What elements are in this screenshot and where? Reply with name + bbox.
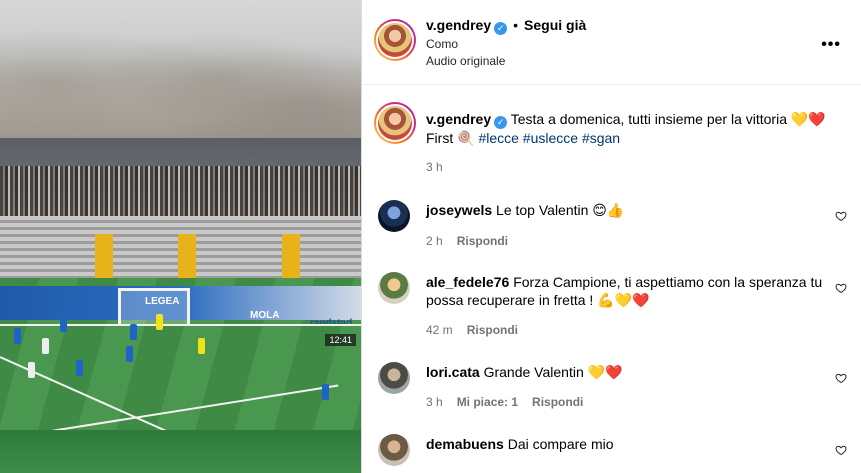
like-heart-icon[interactable] — [835, 282, 847, 294]
player — [14, 328, 21, 344]
player — [198, 338, 205, 354]
comment-time[interactable]: 2 h — [426, 234, 443, 248]
comment-text: joseywels Le top Valentin 😊👍 — [426, 201, 826, 219]
post-location[interactable]: Como — [426, 37, 458, 51]
commenter-avatar[interactable] — [378, 434, 410, 466]
author-username[interactable]: v.gendrey — [426, 17, 491, 33]
yellow-stairs — [282, 234, 300, 278]
caption-username[interactable]: v.gendrey — [426, 111, 491, 127]
player — [76, 360, 83, 376]
match-clock: 12:41 — [325, 334, 356, 346]
goalkeeper — [156, 314, 163, 330]
author-avatar[interactable] — [374, 19, 416, 61]
separator-dot: • — [513, 17, 519, 33]
commenter-username[interactable]: demabuens — [426, 436, 504, 452]
caption-time[interactable]: 3 h — [426, 160, 443, 174]
comment-body: Dai compare mio — [507, 436, 614, 452]
comment-meta: 3 h Mi piace: 1 Rispondi — [426, 395, 597, 409]
commenter-avatar[interactable] — [378, 272, 410, 304]
verified-badge-icon: ✓ — [494, 116, 508, 129]
player — [126, 346, 133, 362]
like-heart-icon[interactable] — [835, 372, 847, 384]
hashtag-link[interactable]: #sgan — [582, 130, 620, 146]
caption-author-avatar[interactable] — [374, 102, 416, 144]
more-options-icon[interactable]: ••• — [821, 36, 841, 54]
comment-text: demabuens Dai compare mio — [426, 435, 826, 453]
board-text-mid: MOLA — [250, 310, 280, 321]
post-media[interactable]: LEGEA MOLA randstad 12:41 — [0, 0, 362, 473]
post-details: v.gendrey ✓ • Segui già Como Audio original… — [362, 0, 861, 473]
comment-body: Grande Valentin 💛❤️ — [483, 364, 623, 380]
player — [28, 362, 35, 378]
comment-time[interactable]: 42 m — [426, 323, 453, 337]
pitch-line — [0, 324, 361, 326]
like-heart-icon[interactable] — [835, 444, 847, 456]
comment-text: lori.cata Grande Valentin 💛❤️ — [426, 363, 826, 381]
following-button[interactable]: Segui già — [524, 17, 586, 33]
reply-button[interactable]: Rispondi — [457, 234, 508, 248]
commenter-username[interactable]: ale_fedele76 — [426, 274, 509, 290]
player — [60, 316, 67, 332]
yellow-stairs — [95, 234, 113, 278]
comment-time[interactable]: 3 h — [426, 395, 443, 409]
hashtag-link[interactable]: #uslecce — [523, 130, 578, 146]
comment-body: Le top Valentin 😊👍 — [496, 202, 625, 218]
player — [42, 338, 49, 354]
verified-badge-icon: ✓ — [494, 22, 508, 35]
yellow-stairs — [178, 234, 196, 278]
comment-meta: 2 h Rispondi — [426, 234, 522, 248]
reply-button[interactable]: Rispondi — [467, 323, 518, 337]
commenter-avatar[interactable] — [378, 200, 410, 232]
like-heart-icon[interactable] — [835, 210, 847, 222]
goal-net — [118, 288, 190, 324]
reply-button[interactable]: Rispondi — [532, 395, 583, 409]
stadium-crowd — [0, 166, 361, 216]
post-viewer: LEGEA MOLA randstad 12:41 v.gendrey✓ — [0, 0, 861, 473]
video-frame[interactable]: LEGEA MOLA randstad 12:41 — [0, 138, 361, 440]
hashtag-link[interactable]: #lecce — [478, 130, 518, 146]
comment-likes[interactable]: Mi piace: 1 — [457, 395, 518, 409]
post-audio[interactable]: Audio originale — [426, 54, 505, 68]
commenter-username[interactable]: lori.cata — [426, 364, 480, 380]
media-blurred-top — [0, 0, 361, 138]
comment-text: ale_fedele76 Forza Campione, ti aspettia… — [426, 273, 826, 309]
comment-meta: 42 m Rispondi — [426, 323, 532, 337]
commenter-avatar[interactable] — [378, 362, 410, 394]
commenter-username[interactable]: joseywels — [426, 202, 492, 218]
caption-text: v.gendrey ✓ Testa a domenica, tutti insie… — [426, 110, 846, 147]
player — [130, 324, 137, 340]
post-header: v.gendrey ✓ • Segui già Como Audio original… — [362, 0, 861, 85]
author-row: v.gendrey ✓ • Segui già — [426, 17, 586, 35]
media-blurred-bottom — [0, 430, 361, 473]
player — [322, 384, 329, 400]
